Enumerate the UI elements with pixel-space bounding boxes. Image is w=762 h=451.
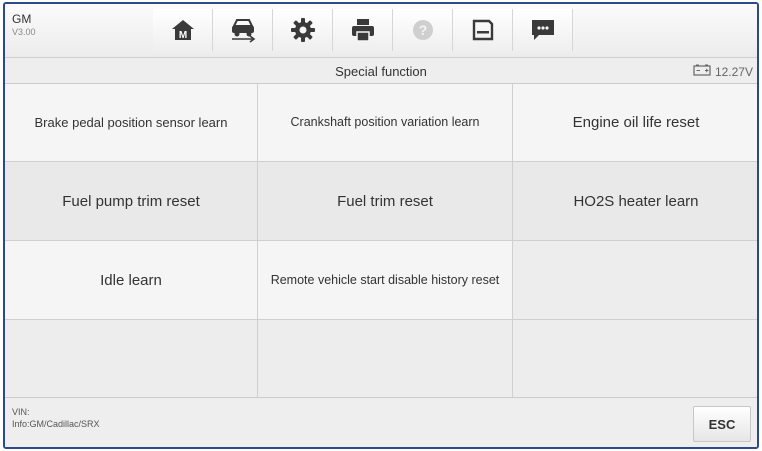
print-button[interactable]	[333, 9, 393, 51]
empty-cell	[513, 241, 757, 319]
message-icon	[530, 18, 556, 42]
brand-block: GM V3.00	[12, 13, 36, 39]
app-version: V3.00	[12, 27, 36, 37]
function-remote-start-disable-reset[interactable]: Remote vehicle start disable history res…	[258, 241, 512, 319]
printer-icon	[350, 17, 376, 43]
function-brake-pedal-learn[interactable]: Brake pedal position sensor learn	[5, 84, 257, 161]
function-engine-oil-life-reset[interactable]: Engine oil life reset	[513, 84, 757, 161]
battery-status: 12.27V	[693, 64, 753, 79]
help-icon: ?	[411, 18, 435, 42]
title-bar: Special function 12.27V	[5, 58, 757, 84]
vehicle-swap-button[interactable]	[213, 9, 273, 51]
svg-text:?: ?	[418, 22, 427, 38]
save-icon	[471, 18, 495, 42]
esc-button[interactable]: ESC	[693, 406, 751, 442]
empty-cell	[258, 320, 512, 400]
settings-button[interactable]	[273, 9, 333, 51]
empty-cell	[513, 320, 757, 400]
home-button[interactable]: M	[153, 9, 213, 51]
function-ho2s-heater-learn[interactable]: HO2S heater learn	[513, 162, 757, 240]
vehicle-swap-icon	[228, 17, 258, 43]
message-button[interactable]	[513, 9, 573, 51]
vin-label: VIN:	[12, 407, 30, 417]
function-fuel-pump-trim-reset[interactable]: Fuel pump trim reset	[5, 162, 257, 240]
save-button[interactable]	[453, 9, 513, 51]
function-fuel-trim-reset[interactable]: Fuel trim reset	[258, 162, 512, 240]
page-title: Special function	[335, 64, 427, 79]
function-crankshaft-variation-learn[interactable]: Crankshaft position variation learn	[258, 84, 512, 161]
brand-name: GM	[12, 12, 32, 26]
settings-gear-icon	[290, 17, 316, 43]
vehicle-info-text: Info:GM/Cadillac/SRX	[12, 419, 100, 429]
home-icon: M	[170, 17, 196, 43]
help-button[interactable]: ?	[393, 9, 453, 51]
svg-text:M: M	[178, 30, 186, 41]
function-idle-learn[interactable]: Idle learn	[5, 241, 257, 319]
top-toolbar: GM V3.00 M ?	[5, 4, 757, 58]
app-window: GM V3.00 M ? Special function 12.27V Bra…	[3, 2, 759, 449]
empty-cell	[5, 320, 257, 400]
vehicle-info: VIN: Info:GM/Cadillac/SRX	[12, 406, 100, 430]
bottom-info-bar: VIN: Info:GM/Cadillac/SRX ESC	[5, 397, 757, 447]
function-grid: Brake pedal position sensor learn Cranks…	[5, 84, 757, 400]
voltage-readout: 12.27V	[714, 64, 753, 79]
battery-icon	[693, 64, 711, 79]
